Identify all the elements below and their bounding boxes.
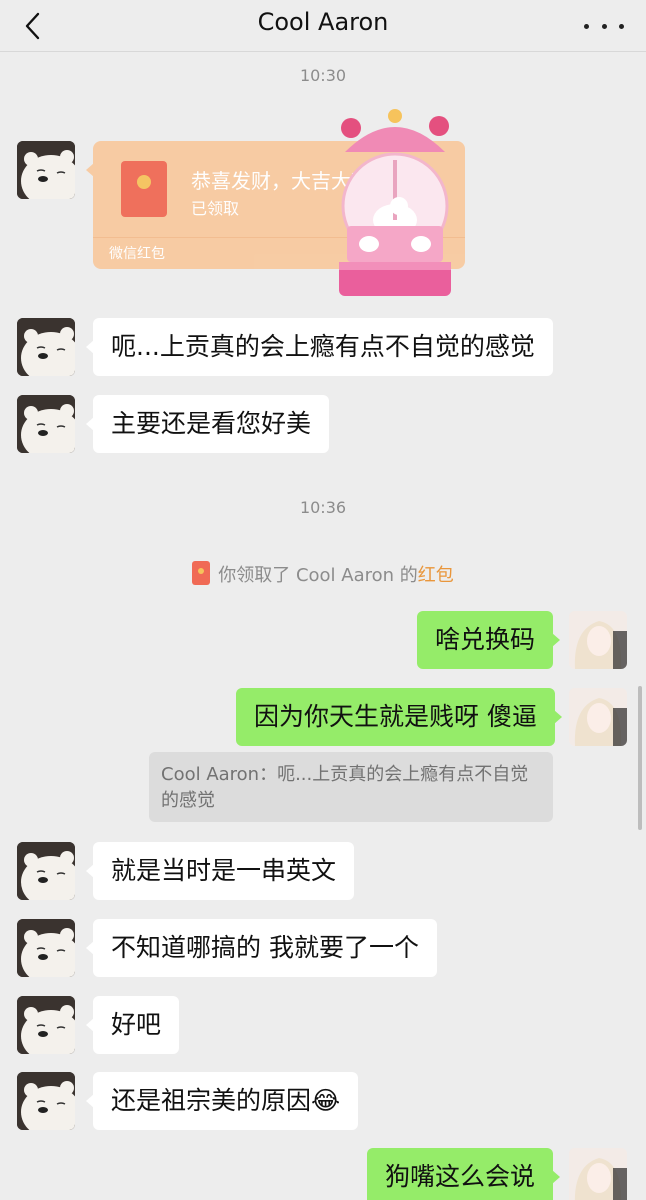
contact-avatar[interactable]	[17, 1072, 75, 1130]
notice-text: 你领取了 Cool Aaron 的	[218, 565, 418, 586]
contact-avatar[interactable]	[17, 141, 75, 199]
bear-avatar-icon	[17, 141, 75, 199]
self-avatar[interactable]	[569, 611, 627, 669]
user-avatar-icon	[569, 688, 627, 746]
user-avatar-icon	[569, 1148, 627, 1200]
contact-avatar[interactable]	[17, 919, 75, 977]
chat-title: Cool Aaron	[257, 8, 389, 36]
message-bubble-self[interactable]: 狗嘴这么会说	[367, 1148, 561, 1200]
message-bubble[interactable]: 呃...上贡真的会上瘾有点不自觉的感觉	[86, 318, 553, 376]
more-dots-icon	[584, 23, 589, 29]
carousel-sticker-icon	[339, 109, 451, 296]
red-envelope-icon	[192, 561, 211, 585]
contact-avatar[interactable]	[17, 996, 75, 1054]
bear-avatar-icon	[17, 919, 75, 977]
bear-avatar-icon	[17, 318, 75, 376]
more-button[interactable]	[584, 18, 624, 34]
red-packet-link[interactable]: 红包	[418, 565, 454, 586]
contact-avatar[interactable]	[17, 395, 75, 453]
message-bubble[interactable]: 不知道哪搞的 我就要了一个	[86, 919, 437, 977]
bear-avatar-icon	[17, 996, 75, 1054]
system-notice: 你领取了 Cool Aaron 的红包	[0, 561, 646, 587]
message-bubble[interactable]: 好吧	[85, 996, 180, 1054]
message-bubble[interactable]: 主要还是看您好美	[85, 395, 330, 453]
chat-screen: Cool Aaron 10:30 恭喜发财，大吉大利 已领取 微信红包 呃...…	[0, 0, 646, 1200]
bear-avatar-icon	[17, 842, 75, 900]
bear-avatar-icon	[17, 1072, 75, 1130]
timestamp: 10:30	[299, 66, 347, 85]
red-packet-status: 已领取	[191, 199, 240, 218]
message-bubble[interactable]: 还是祖宗美的原因😂	[85, 1072, 359, 1130]
message-bubble-self[interactable]: 啥兑换码	[417, 611, 561, 669]
scrollbar[interactable]	[638, 686, 642, 830]
red-packet-source: 微信红包	[109, 246, 165, 262]
self-avatar[interactable]	[569, 1148, 627, 1200]
red-envelope-icon	[121, 161, 167, 217]
timestamp: 10:36	[299, 498, 347, 517]
bear-avatar-icon	[17, 395, 75, 453]
contact-avatar[interactable]	[17, 318, 75, 376]
chat-header: Cool Aaron	[0, 0, 646, 52]
self-avatar[interactable]	[569, 688, 627, 746]
contact-avatar[interactable]	[17, 842, 75, 900]
user-avatar-icon	[569, 611, 627, 669]
message-bubble[interactable]: 就是当时是一串英文	[85, 842, 355, 900]
quoted-message[interactable]: Cool Aaron：呃...上贡真的会上瘾有点不自觉的感觉	[149, 752, 553, 822]
message-bubble-self[interactable]: 因为你天生就是贱呀 傻逼	[236, 688, 562, 746]
